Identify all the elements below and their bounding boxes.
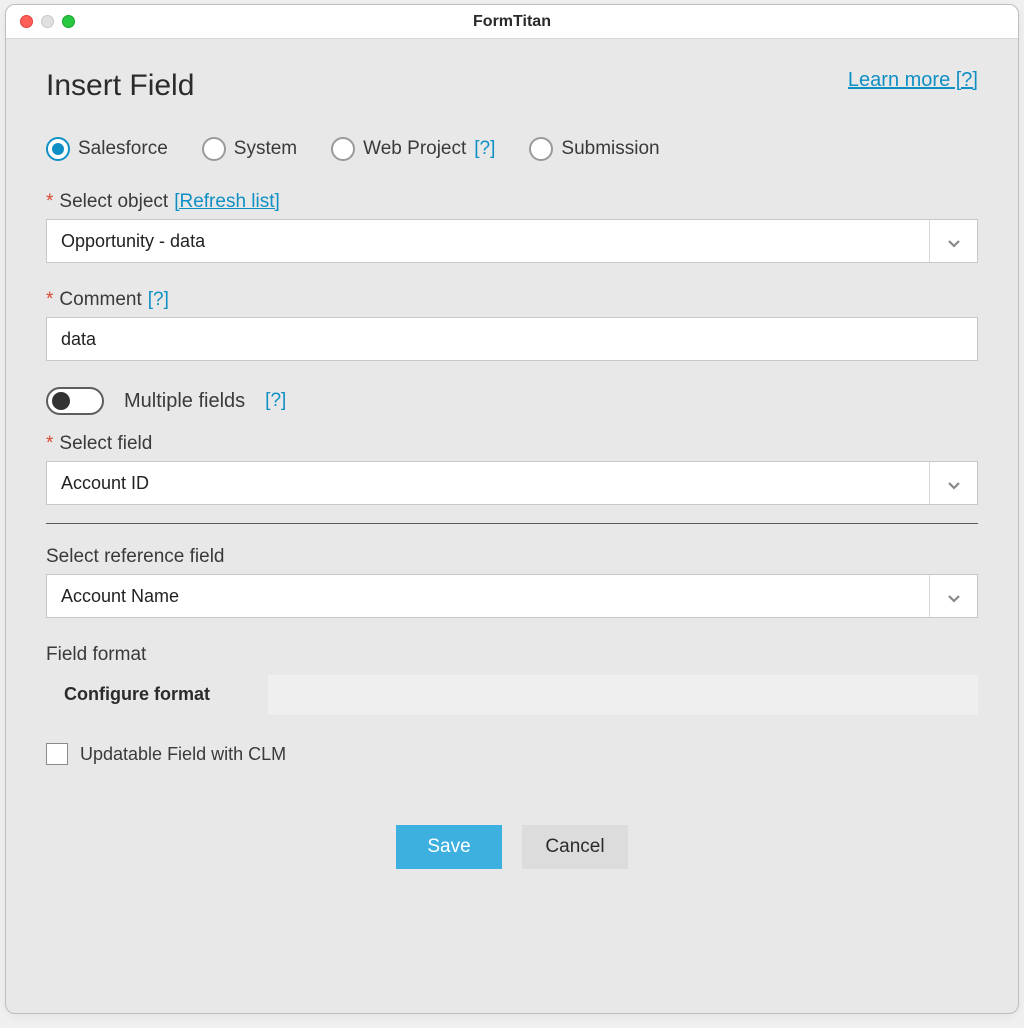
required-marker: * [46, 191, 53, 213]
updatable-checkbox[interactable] [46, 743, 68, 765]
cancel-button[interactable]: Cancel [522, 825, 628, 869]
select-field-value: Account ID [61, 473, 149, 494]
comment-label: Comment [59, 289, 141, 311]
select-field-label: Select field [59, 433, 152, 455]
radio-label: System [234, 138, 297, 160]
radio-icon [46, 137, 70, 161]
multiple-fields-toggle[interactable] [46, 387, 104, 415]
radio-icon [331, 137, 355, 161]
radio-label: Salesforce [78, 138, 168, 160]
chevron-down-icon [929, 220, 977, 262]
page-title: Insert Field [46, 69, 194, 103]
radio-submission[interactable]: Submission [529, 137, 659, 161]
dialog-content: Insert Field Learn more [?] Salesforce S… [6, 39, 1018, 909]
field-format-label: Field format [46, 644, 146, 666]
select-object-label: Select object [59, 191, 168, 213]
format-preview-box [268, 675, 978, 715]
comment-input[interactable]: data [46, 317, 978, 361]
multiple-fields-help-icon[interactable]: [?] [265, 390, 286, 412]
save-button[interactable]: Save [396, 825, 502, 869]
learn-more-link[interactable]: Learn more [?] [848, 69, 978, 92]
reference-field-label: Select reference field [46, 546, 225, 568]
radio-icon [529, 137, 553, 161]
minimize-window-button[interactable] [41, 15, 54, 28]
refresh-list-link[interactable]: [Refresh list] [174, 191, 280, 213]
required-marker: * [46, 289, 53, 311]
window-controls [20, 15, 75, 28]
reference-field-dropdown[interactable]: Account Name [46, 574, 978, 618]
radio-salesforce[interactable]: Salesforce [46, 137, 168, 161]
chevron-down-icon [929, 462, 977, 504]
toggle-knob-icon [52, 392, 70, 410]
multiple-fields-label: Multiple fields [124, 390, 245, 413]
configure-format-button[interactable]: Configure format [46, 674, 228, 715]
select-object-dropdown[interactable]: Opportunity - data [46, 219, 978, 263]
dialog-window: FormTitan Insert Field Learn more [?] Sa… [5, 4, 1019, 1014]
window-title: FormTitan [6, 13, 1018, 31]
divider [46, 523, 978, 524]
source-radio-group: Salesforce System Web Project [?] Submis… [46, 137, 978, 161]
updatable-label: Updatable Field with CLM [80, 744, 286, 765]
required-marker: * [46, 433, 53, 455]
radio-label: Web Project [363, 138, 466, 160]
titlebar: FormTitan [6, 5, 1018, 39]
select-object-value: Opportunity - data [61, 231, 205, 252]
chevron-down-icon [929, 575, 977, 617]
reference-field-value: Account Name [61, 586, 179, 607]
select-field-dropdown[interactable]: Account ID [46, 461, 978, 505]
radio-web-project[interactable]: Web Project [?] [331, 137, 495, 161]
web-project-help-icon[interactable]: [?] [474, 138, 495, 160]
radio-icon [202, 137, 226, 161]
comment-help-icon[interactable]: [?] [148, 289, 169, 311]
close-window-button[interactable] [20, 15, 33, 28]
radio-label: Submission [561, 138, 659, 160]
comment-value: data [61, 329, 96, 350]
zoom-window-button[interactable] [62, 15, 75, 28]
radio-system[interactable]: System [202, 137, 297, 161]
